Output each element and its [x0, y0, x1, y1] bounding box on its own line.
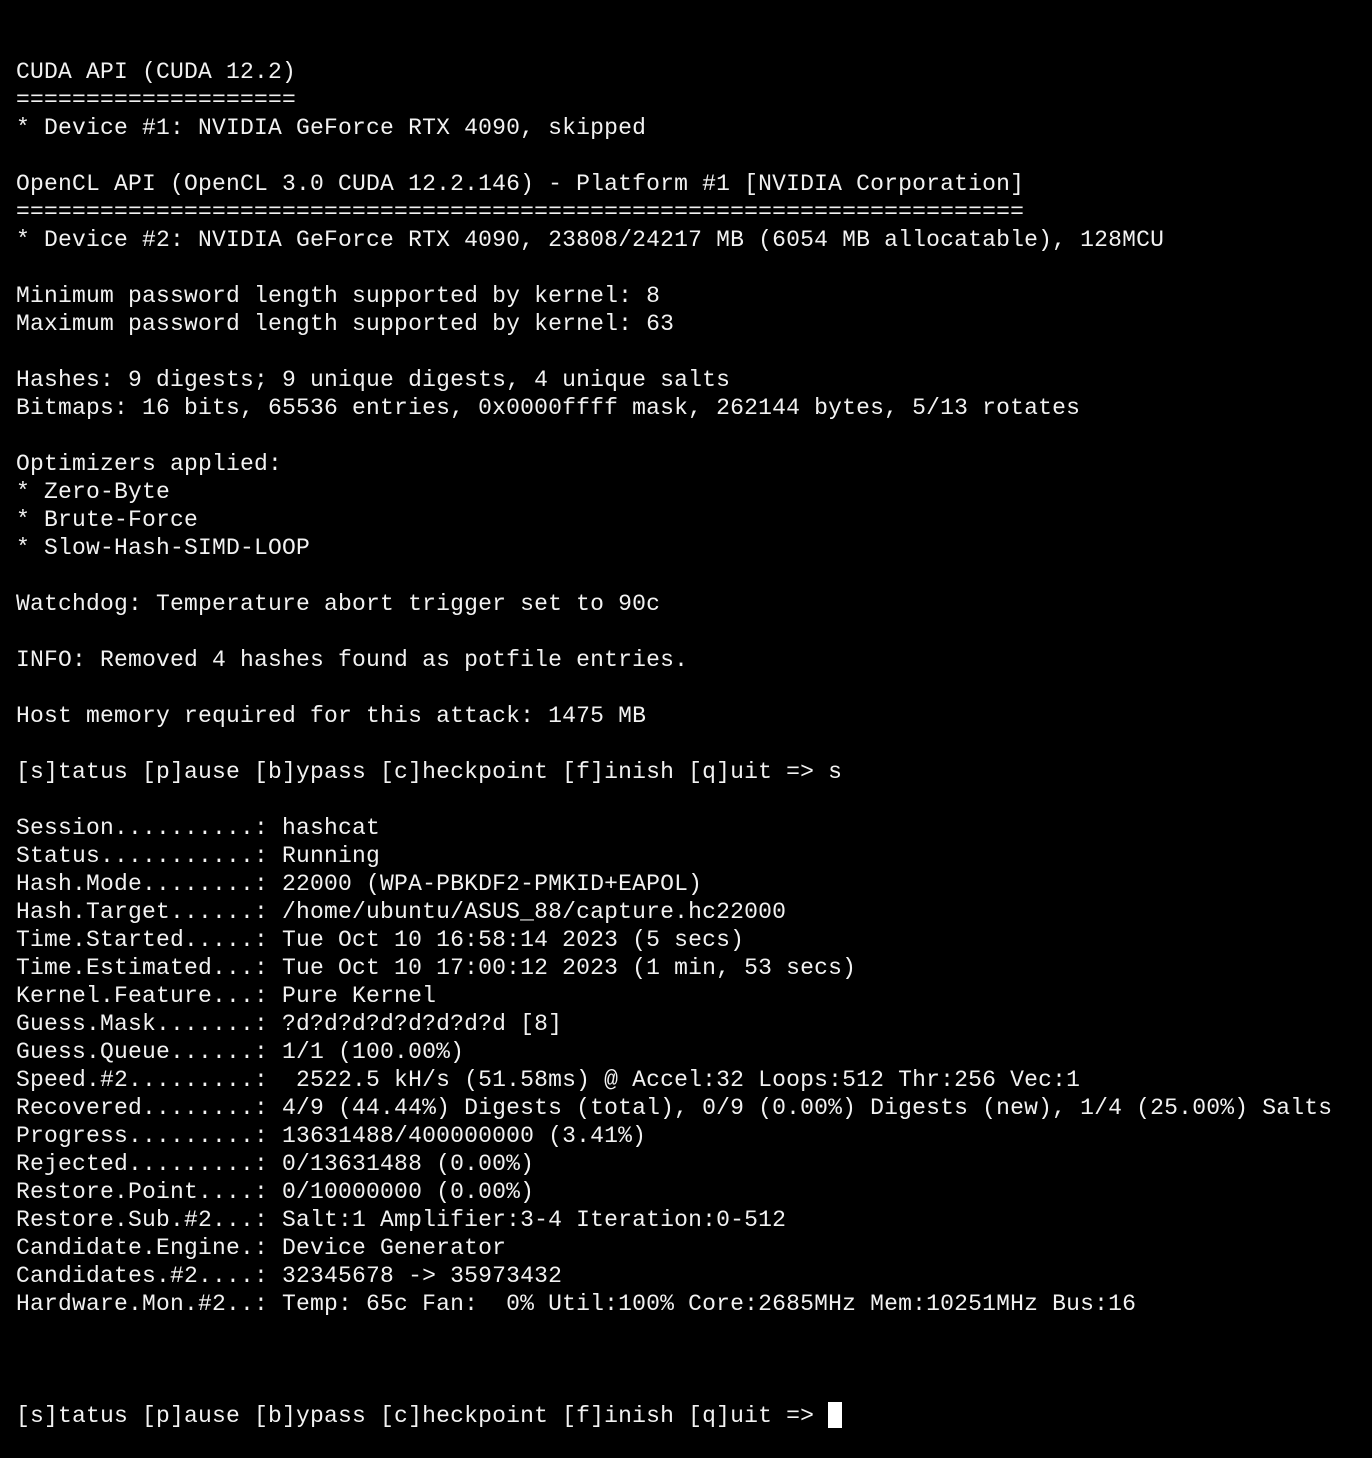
terminal-line: Candidate.Engine.: Device Generator [16, 1235, 507, 1261]
terminal-line: Optimizers applied: [16, 451, 283, 477]
terminal-line: Candidates.#2....: 32345678 -> 35973432 [16, 1263, 563, 1289]
terminal-line: Status...........: Running [16, 843, 381, 869]
terminal-line: Session..........: hashcat [16, 815, 381, 841]
terminal-line: * Device #1: NVIDIA GeForce RTX 4090, sk… [16, 115, 647, 141]
terminal-line: * Slow-Hash-SIMD-LOOP [16, 535, 311, 561]
terminal-line: Guess.Mask.......: ?d?d?d?d?d?d?d?d [8] [16, 1011, 563, 1037]
terminal-line: Time.Estimated...: Tue Oct 10 17:00:12 2… [16, 955, 857, 981]
terminal-line: Restore.Point....: 0/10000000 (0.00%) [16, 1179, 535, 1205]
terminal-line: ==================== [16, 87, 297, 113]
terminal-line: Hash.Target......: /home/ubuntu/ASUS_88/… [16, 899, 787, 925]
terminal-line: Guess.Queue......: 1/1 (100.00%) [16, 1039, 465, 1065]
terminal-line: ========================================… [16, 199, 1025, 225]
terminal-line: INFO: Removed 4 hashes found as potfile … [16, 647, 689, 673]
prompt-text: [s]tatus [p]ause [b]ypass [c]heckpoint [… [16, 1403, 829, 1429]
terminal-line: Hash.Mode........: 22000 (WPA-PBKDF2-PMK… [16, 871, 703, 897]
terminal-line: * Zero-Byte [16, 479, 171, 505]
terminal-line: Hashes: 9 digests; 9 unique digests, 4 u… [16, 367, 731, 393]
terminal-line: Host memory required for this attack: 14… [16, 703, 647, 729]
terminal-line: Minimum password length supported by ker… [16, 283, 661, 309]
terminal-line: Recovered........: 4/9 (44.44%) Digests … [16, 1095, 1333, 1121]
cursor [828, 1402, 843, 1428]
terminal-line: CUDA API (CUDA 12.2) [16, 59, 297, 85]
terminal-line: * Brute-Force [16, 507, 199, 533]
terminal-line: Rejected.........: 0/13631488 (0.00%) [16, 1151, 535, 1177]
terminal-line: Time.Started.....: Tue Oct 10 16:58:14 2… [16, 927, 745, 953]
terminal-line: Hardware.Mon.#2..: Temp: 65c Fan: 0% Uti… [16, 1291, 1137, 1317]
terminal-line: [s]tatus [p]ause [b]ypass [c]heckpoint [… [16, 759, 843, 785]
terminal-line: Restore.Sub.#2...: Salt:1 Amplifier:3-4 … [16, 1207, 787, 1233]
terminal-line: OpenCL API (OpenCL 3.0 CUDA 12.2.146) - … [16, 171, 1025, 197]
terminal-line: Kernel.Feature...: Pure Kernel [16, 983, 437, 1009]
prompt-line[interactable]: [s]tatus [p]ause [b]ypass [c]heckpoint [… [16, 1402, 1332, 1430]
terminal-lines: CUDA API (CUDA 12.2) ====================… [16, 58, 1332, 1346]
terminal-line: Watchdog: Temperature abort trigger set … [16, 591, 661, 617]
terminal-line: Bitmaps: 16 bits, 65536 entries, 0x0000f… [16, 395, 1081, 421]
terminal-line: * Device #2: NVIDIA GeForce RTX 4090, 23… [16, 227, 1165, 253]
terminal-line: Speed.#2.........: 2522.5 kH/s (51.58ms)… [16, 1067, 1081, 1093]
terminal-line: Progress.........: 13631488/400000000 (3… [16, 1123, 647, 1149]
terminal-output[interactable]: CUDA API (CUDA 12.2) ====================… [16, 2, 1332, 1458]
terminal-line: Maximum password length supported by ker… [16, 311, 675, 337]
